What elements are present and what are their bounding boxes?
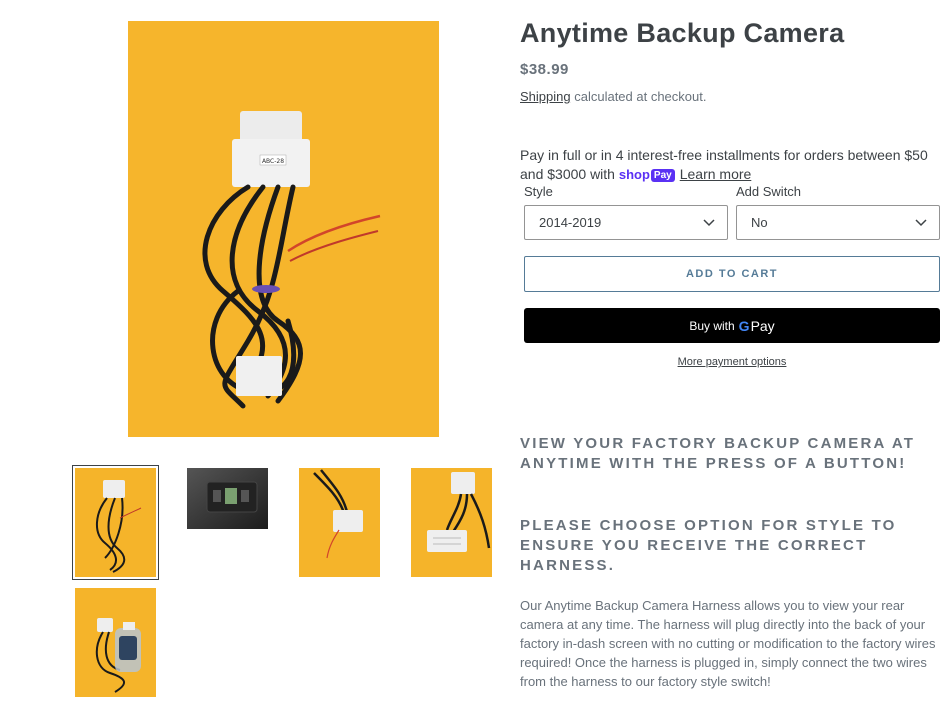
main-product-image[interactable]: ABC-28 xyxy=(128,21,439,437)
description-heading-1: VIEW YOUR FACTORY BACKUP CAMERA AT ANYTI… xyxy=(520,435,916,472)
shipping-note: Shipping calculated at checkout. xyxy=(520,89,706,104)
style-select[interactable]: 2014-2019 xyxy=(524,205,728,240)
google-pay-button[interactable]: Buy with G Pay xyxy=(524,308,940,343)
thumbnail-4[interactable] xyxy=(411,468,492,577)
style-label: Style xyxy=(524,184,553,199)
product-description: Our Anytime Backup Camera Harness allows… xyxy=(520,598,936,689)
more-payment-options-link[interactable]: More payment options xyxy=(524,356,940,368)
add-to-cart-button[interactable]: ADD TO CART xyxy=(524,256,940,292)
shoppay-logo: shop Pay xyxy=(619,165,675,184)
chevron-down-icon xyxy=(703,219,715,227)
product-title: Anytime Backup Camera xyxy=(520,18,845,48)
add-switch-select-value: No xyxy=(751,215,768,230)
google-g-icon: G xyxy=(738,317,750,334)
connector-label: ABC-28 xyxy=(262,158,284,165)
style-select-value: 2014-2019 xyxy=(539,215,602,230)
shipping-note-text: calculated at checkout. xyxy=(570,89,707,104)
shipping-link[interactable]: Shipping xyxy=(520,89,571,104)
gpay-prefix: Buy with xyxy=(689,318,735,333)
thumbnail-5[interactable] xyxy=(75,588,156,697)
installments-message: Pay in full or in 4 interest-free instal… xyxy=(520,146,940,184)
add-switch-label: Add Switch xyxy=(736,184,802,199)
chevron-down-icon xyxy=(915,219,927,227)
description-heading-2: PLEASE CHOOSE OPTION FOR STYLE TO ENSURE… xyxy=(520,517,897,574)
thumbnail-2[interactable] xyxy=(187,468,268,529)
gpay-pay-text: Pay xyxy=(750,317,775,334)
thumbnail-1[interactable] xyxy=(72,465,159,580)
learn-more-link[interactable]: Learn more xyxy=(680,166,752,182)
thumbnail-3[interactable] xyxy=(299,468,380,577)
add-switch-select[interactable]: No xyxy=(736,205,940,240)
product-price: $38.99 xyxy=(520,61,569,78)
